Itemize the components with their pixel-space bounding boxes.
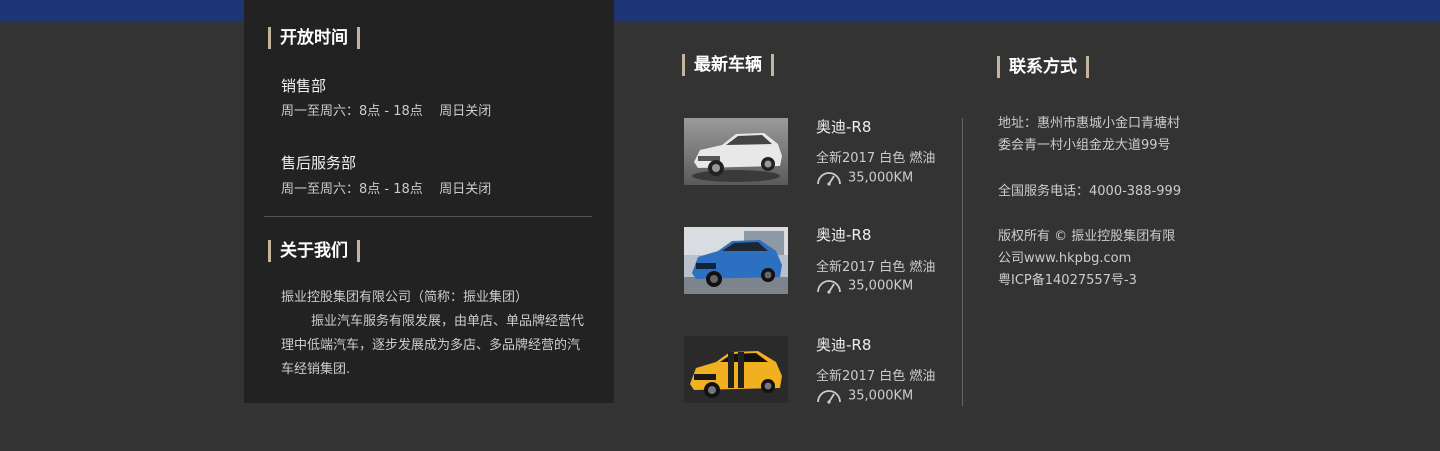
icp-number[interactable]: 粤ICP备14027557号-3 [998, 270, 1175, 292]
car-desc: 全新2017 白色 燃油 [816, 369, 936, 384]
car-mileage: 35,000KM [848, 170, 914, 186]
contact-copyright: 版权所有 © 振业控股集团有限 公司www.hkpbg.com 粤ICP备140… [998, 226, 1175, 292]
car-name[interactable]: 奥迪-R8 [816, 116, 871, 137]
service-dept-label: 售后服务部 [281, 154, 357, 172]
car-name[interactable]: 奥迪-R8 [816, 334, 871, 355]
car-mileage-row: 35,000KM [816, 388, 913, 404]
contact-address: 地址：惠州市惠城小金口青塘村 委会青一村小组金龙大道99号 [998, 113, 1180, 157]
speedometer-icon [817, 172, 841, 186]
about-paragraph: 振业汽车服务有限发展，由单店、单品牌经营代理中低端汽车，逐步发展成为多店、多品牌… [281, 314, 585, 377]
about-title: 关于我们 [268, 240, 360, 262]
top-bar [0, 0, 1440, 22]
column-divider [962, 118, 963, 406]
contact-phone: 全国服务电话：4000-388-999 [998, 184, 1182, 199]
car-name[interactable]: 奥迪-R8 [816, 224, 871, 245]
service-hours: 周一至周六：8点 - 18点 周日关闭 [281, 182, 492, 197]
car-mileage: 35,000KM [848, 278, 914, 294]
car-image[interactable] [684, 227, 788, 294]
contact-title: 联系方式 [997, 56, 1089, 78]
latest-cars-title: 最新车辆 [682, 54, 774, 76]
opening-hours-title: 开放时间 [268, 27, 360, 49]
address-line-1: 地址：惠州市惠城小金口青塘村 [998, 116, 1181, 131]
about-company-line: 振业控股集团有限公司（简称：振业集团） [281, 290, 529, 305]
car-image[interactable] [684, 336, 788, 403]
car-desc: 全新2017 白色 燃油 [816, 260, 936, 275]
address-line-2: 委会青一村小组金龙大道99号 [998, 138, 1171, 153]
sales-dept-label: 销售部 [281, 77, 327, 95]
car-image[interactable] [684, 118, 788, 185]
sales-hours: 周一至周六：8点 - 18点 周日关闭 [281, 104, 492, 119]
speedometer-icon [817, 390, 841, 404]
car-mileage-row: 35,000KM [816, 278, 913, 294]
car-mileage: 35,000KM [848, 388, 914, 404]
copyright-line-1: 版权所有 © 振业控股集团有限 [998, 229, 1176, 244]
about-text: 振业控股集团有限公司（简称：振业集团） 振业汽车服务有限发展，由单店、单品牌经营… [281, 286, 589, 382]
divider [264, 216, 592, 217]
car-desc: 全新2017 白色 燃油 [816, 151, 936, 166]
car-mileage-row: 35,000KM [816, 170, 913, 186]
copyright-line-2[interactable]: 公司www.hkpbg.com [998, 248, 1175, 270]
speedometer-icon [817, 280, 841, 294]
